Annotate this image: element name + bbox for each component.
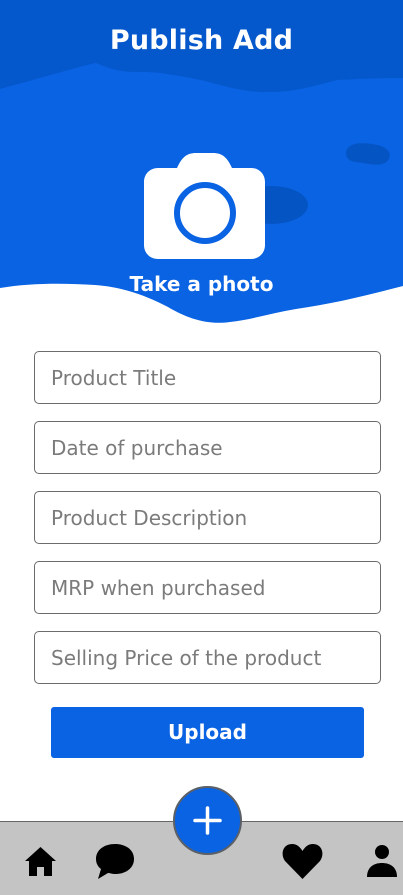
user-icon[interactable]	[366, 844, 398, 878]
plus-icon	[193, 806, 222, 835]
chat-icon[interactable]	[94, 842, 136, 880]
date-of-purchase-input[interactable]	[34, 421, 381, 474]
product-description-input[interactable]	[34, 491, 381, 544]
mrp-input[interactable]	[34, 561, 381, 614]
selling-price-input[interactable]	[34, 631, 381, 684]
photo-header-section: Publish Add Take a photo	[0, 0, 403, 335]
upload-button[interactable]: Upload	[51, 707, 364, 758]
take-photo-button[interactable]	[144, 153, 265, 259]
heart-icon[interactable]	[282, 842, 323, 880]
add-listing-button[interactable]	[173, 786, 242, 855]
product-title-input[interactable]	[34, 351, 381, 404]
publish-add-screen: Publish Add Take a photo Upload	[0, 0, 403, 895]
page-title: Publish Add	[109, 25, 294, 56]
take-photo-label: Take a photo	[129, 272, 274, 296]
camera-icon	[144, 153, 265, 259]
home-icon[interactable]	[24, 846, 57, 877]
